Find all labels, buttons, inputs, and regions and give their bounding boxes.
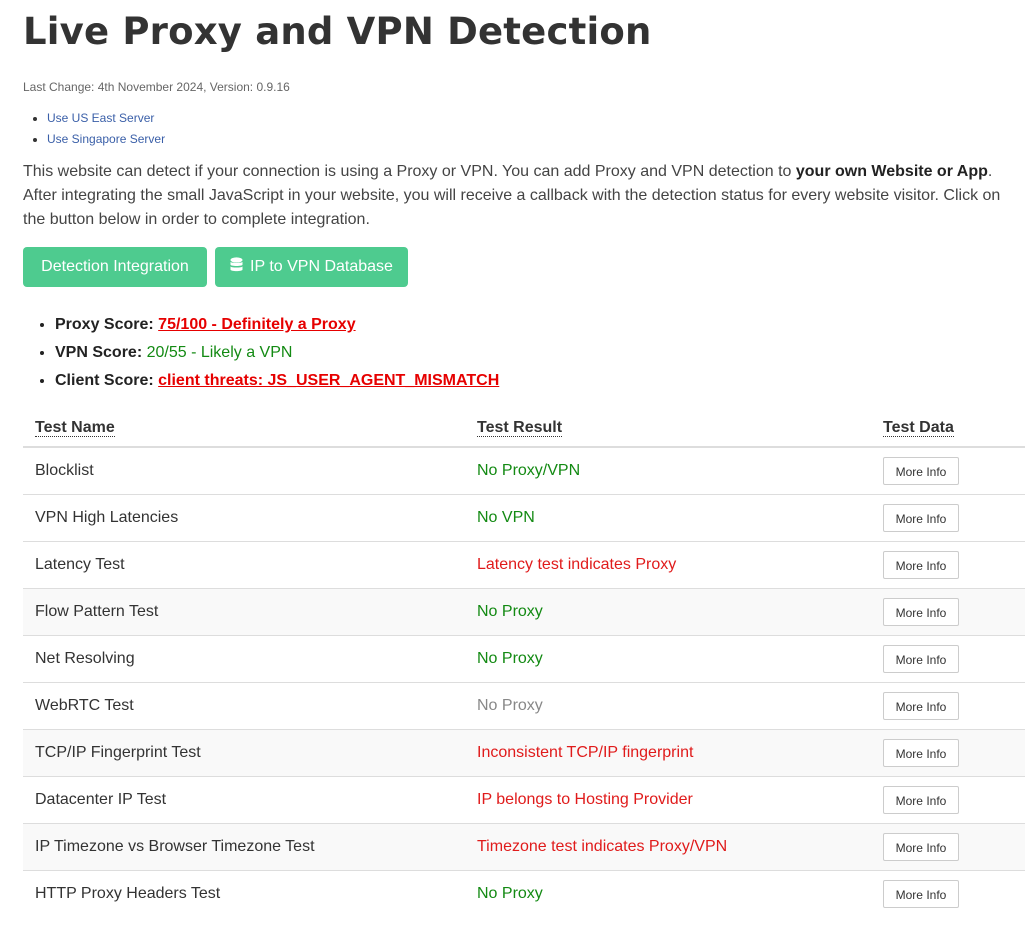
test-result-cell: Inconsistent TCP/IP fingerprint	[465, 729, 871, 777]
test-data-cell: More Info	[871, 541, 1025, 589]
test-data-cell: More Info	[871, 776, 1025, 824]
proxy-score-label: Proxy Score:	[55, 316, 154, 333]
test-result-cell: No Proxy	[465, 635, 871, 683]
table-row: Net Resolving No Proxy More Info	[23, 635, 1025, 683]
test-data-cell: More Info	[871, 446, 1025, 495]
test-result-cell: No Proxy/VPN	[465, 446, 871, 495]
page-title: Live Proxy and VPN Detection	[23, 10, 652, 53]
test-name-cell: HTTP Proxy Headers Test	[23, 870, 465, 917]
test-name-cell: IP Timezone vs Browser Timezone Test	[23, 823, 465, 871]
test-name-cell: VPN High Latencies	[23, 494, 465, 542]
ip-to-vpn-database-button[interactable]: IP to VPN Database	[215, 247, 408, 287]
test-data-cell: More Info	[871, 682, 1025, 730]
header-test-name: Test Name	[23, 410, 465, 448]
table-row: HTTP Proxy Headers Test No Proxy More In…	[23, 870, 1025, 917]
more-info-button[interactable]: More Info	[883, 880, 959, 908]
server-list-item: Use US East Server	[47, 108, 165, 129]
more-info-button[interactable]: More Info	[883, 504, 959, 532]
more-info-button[interactable]: More Info	[883, 457, 959, 485]
server-list-item: Use Singapore Server	[47, 129, 165, 150]
test-data-cell: More Info	[871, 823, 1025, 871]
test-result-cell: No Proxy	[465, 682, 871, 730]
test-name-cell: Flow Pattern Test	[23, 588, 465, 636]
test-name-cell: WebRTC Test	[23, 682, 465, 730]
test-name-cell: Net Resolving	[23, 635, 465, 683]
detection-integration-label: Detection Integration	[41, 258, 189, 275]
ip-to-vpn-database-label: IP to VPN Database	[250, 258, 393, 275]
database-icon	[230, 256, 243, 278]
test-data-cell: More Info	[871, 588, 1025, 636]
test-name-cell: Blocklist	[23, 446, 465, 495]
test-data-cell: More Info	[871, 870, 1025, 917]
server-list: Use US East Server Use Singapore Server	[23, 108, 165, 150]
table-row: Latency Test Latency test indicates Prox…	[23, 541, 1025, 589]
table-row: Datacenter IP Test IP belongs to Hosting…	[23, 776, 1025, 824]
header-test-data: Test Data	[871, 410, 1025, 448]
header-test-result: Test Result	[465, 410, 871, 448]
intro-paragraph: This website can detect if your connecti…	[23, 160, 1025, 232]
proxy-score-item: Proxy Score: 75/100 - Definitely a Proxy	[55, 311, 499, 339]
proxy-score-value[interactable]: 75/100 - Definitely a Proxy	[158, 316, 355, 333]
test-result-cell: No Proxy	[465, 870, 871, 917]
test-data-cell: More Info	[871, 494, 1025, 542]
test-result-cell: Timezone test indicates Proxy/VPN	[465, 823, 871, 871]
test-name-cell: Datacenter IP Test	[23, 776, 465, 824]
header-test-name-label: Test Name	[35, 419, 115, 437]
intro-text-1: This website can detect if your connecti…	[23, 163, 796, 180]
test-results-table: Test Name Test Result Test Data Blocklis…	[23, 410, 1025, 917]
more-info-button[interactable]: More Info	[883, 739, 959, 767]
more-info-button[interactable]: More Info	[883, 786, 959, 814]
table-row: IP Timezone vs Browser Timezone Test Tim…	[23, 823, 1025, 871]
more-info-button[interactable]: More Info	[883, 598, 959, 626]
table-row: TCP/IP Fingerprint Test Inconsistent TCP…	[23, 729, 1025, 777]
table-row: VPN High Latencies No VPN More Info	[23, 494, 1025, 542]
us-east-server-link[interactable]: Use US East Server	[47, 111, 154, 125]
vpn-score-label: VPN Score:	[55, 344, 143, 361]
vpn-score-value: 20/55 - Likely a VPN	[146, 344, 293, 361]
test-result-cell: IP belongs to Hosting Provider	[465, 776, 871, 824]
table-row: Flow Pattern Test No Proxy More Info	[23, 588, 1025, 636]
more-info-button[interactable]: More Info	[883, 551, 959, 579]
header-test-data-label: Test Data	[883, 419, 954, 437]
client-score-item: Client Score: client threats: JS_USER_AG…	[55, 367, 499, 395]
detection-integration-button[interactable]: Detection Integration	[23, 247, 207, 287]
intro-bold-text: your own Website or App	[795, 163, 988, 180]
more-info-button[interactable]: More Info	[883, 833, 959, 861]
table-row: Blocklist No Proxy/VPN More Info	[23, 446, 1025, 495]
client-score-label: Client Score:	[55, 372, 154, 389]
client-score-value[interactable]: client threats: JS_USER_AGENT_MISMATCH	[158, 372, 499, 389]
more-info-button[interactable]: More Info	[883, 645, 959, 673]
test-data-cell: More Info	[871, 729, 1025, 777]
singapore-server-link[interactable]: Use Singapore Server	[47, 132, 165, 146]
test-data-cell: More Info	[871, 635, 1025, 683]
table-row: WebRTC Test No Proxy More Info	[23, 682, 1025, 730]
table-header-row: Test Name Test Result Test Data	[23, 410, 1025, 448]
test-result-cell: No VPN	[465, 494, 871, 542]
score-list: Proxy Score: 75/100 - Definitely a Proxy…	[23, 311, 499, 395]
more-info-button[interactable]: More Info	[883, 692, 959, 720]
test-result-cell: Latency test indicates Proxy	[465, 541, 871, 589]
test-name-cell: TCP/IP Fingerprint Test	[23, 729, 465, 777]
header-test-result-label: Test Result	[477, 419, 563, 437]
test-name-cell: Latency Test	[23, 541, 465, 589]
test-result-cell: No Proxy	[465, 588, 871, 636]
last-change-text: Last Change: 4th November 2024, Version:…	[23, 80, 290, 94]
vpn-score-item: VPN Score: 20/55 - Likely a VPN	[55, 339, 499, 367]
